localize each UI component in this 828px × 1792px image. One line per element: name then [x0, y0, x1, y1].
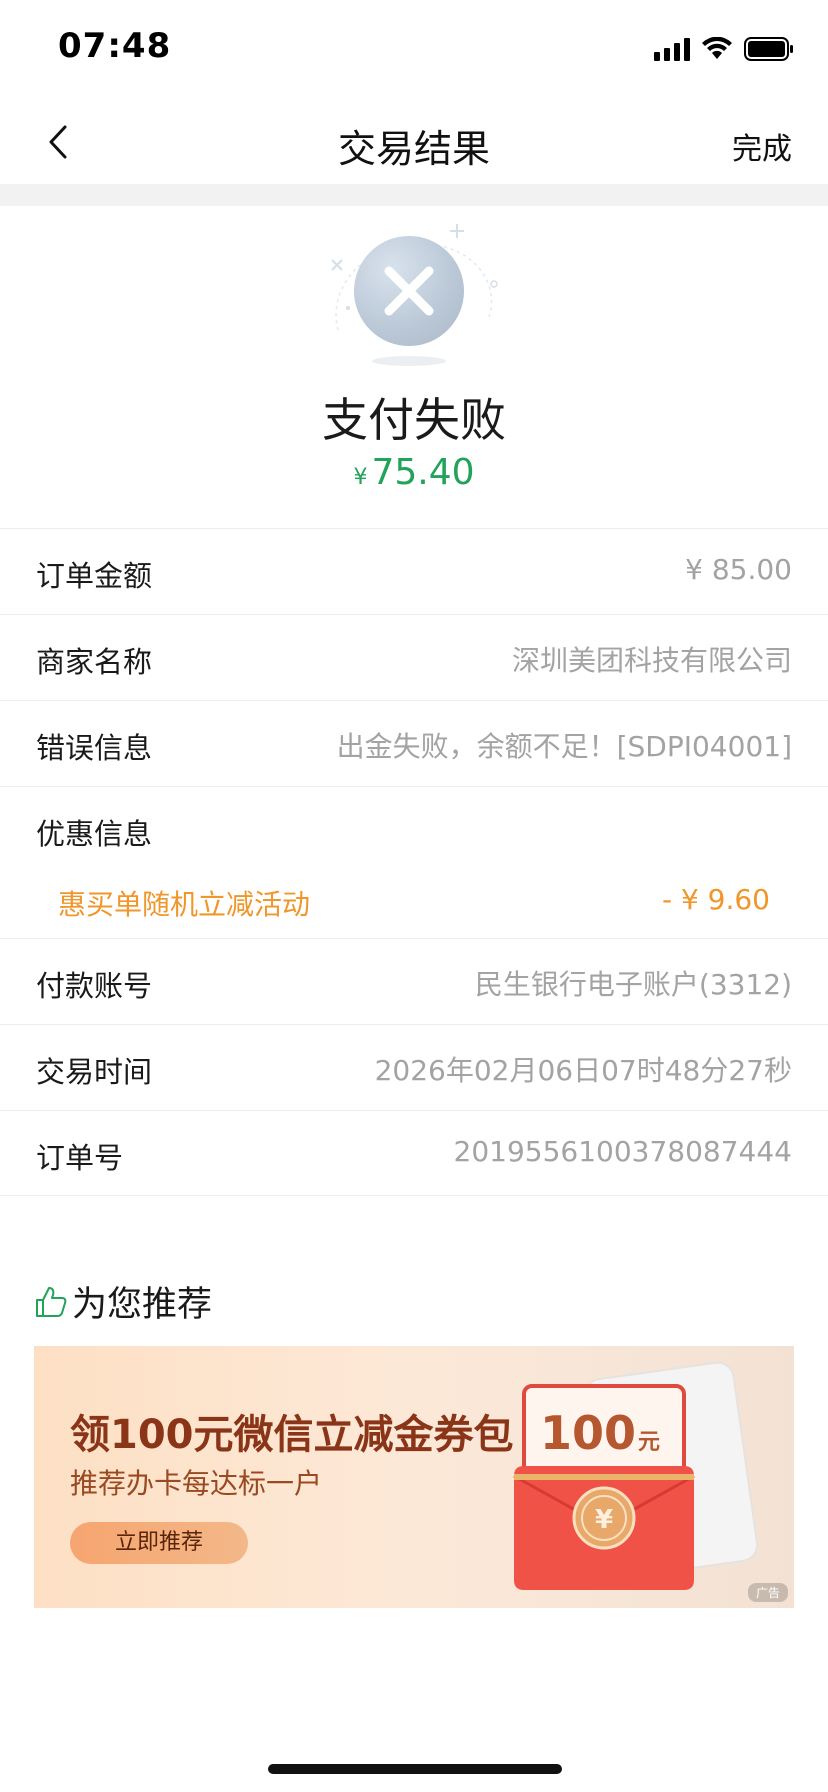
coupon-amount: 100元	[540, 1406, 660, 1460]
red-envelope-icon: ¥	[513, 1361, 759, 1590]
row-value: 深圳美团科技有限公司	[511, 644, 792, 677]
icon-shadow	[372, 356, 446, 366]
row-value: ¥ 85.00	[685, 553, 792, 586]
transaction-details: 订单金额 ¥ 85.00 商家名称 深圳美团科技有限公司 错误信息 出金失败，余…	[0, 528, 828, 1196]
row-label: 订单金额	[36, 559, 153, 593]
wifi-icon	[702, 37, 732, 61]
row-label: 交易时间	[36, 1055, 153, 1089]
red-envelope-illustration: ¥ 100元	[504, 1356, 764, 1600]
result-status-title: 支付失败	[322, 393, 506, 447]
coupon-unit: 元	[638, 1430, 661, 1455]
order-number-row: 订单号 2019556100378087444	[0, 1110, 828, 1196]
page-title: 交易结果	[337, 127, 490, 171]
promo-banner[interactable]: 领100元微信立减金券包 推荐办卡每达标一户 立即推荐 ¥ 100元 广告	[34, 1346, 794, 1608]
row-value: 出金失败，余额不足！[SDPI04001]	[336, 730, 792, 763]
cellular-signal-icon	[654, 37, 690, 61]
discount-amount: - ¥ 9.60	[661, 883, 770, 916]
status-icons	[654, 34, 794, 64]
discount-info-row: 优惠信息 惠买单随机立减活动 - ¥ 9.60	[0, 786, 828, 938]
error-info-row: 错误信息 出金失败，余额不足！[SDPI04001]	[0, 700, 828, 786]
row-label: 付款账号	[36, 969, 153, 1003]
ad-badge: 广告	[747, 1583, 788, 1602]
recommend-now-button[interactable]: 立即推荐	[70, 1522, 248, 1564]
transaction-time-row: 交易时间 2026年02月06日07时48分27秒	[0, 1024, 828, 1110]
section-divider	[0, 184, 828, 206]
payment-failed-icon	[331, 224, 498, 366]
row-label: 错误信息	[36, 731, 153, 765]
banner-subtitle: 推荐办卡每达标一户	[70, 1467, 323, 1500]
order-amount-row: 订单金额 ¥ 85.00	[0, 528, 828, 614]
home-indicator[interactable]	[268, 1764, 562, 1774]
amount-value: 75.40	[371, 452, 475, 493]
status-bar: 07:48	[0, 0, 828, 100]
battery-icon	[744, 37, 794, 61]
banner-title: 领100元微信立减金券包	[70, 1412, 514, 1458]
row-label: 订单号	[36, 1141, 124, 1175]
row-label: 优惠信息	[36, 817, 153, 851]
payment-account-row: 付款账号 民生银行电子账户(3312)	[0, 938, 828, 1024]
discount-name: 惠买单随机立减活动	[58, 888, 311, 921]
navigation-bar: 交易结果 完成	[0, 100, 828, 184]
done-button[interactable]: 完成	[732, 124, 792, 168]
row-label: 商家名称	[36, 645, 153, 679]
currency-symbol: ¥	[353, 465, 368, 490]
merchant-row: 商家名称 深圳美团科技有限公司	[0, 614, 828, 700]
row-value: 2026年02月06日07时48分27秒	[374, 1054, 792, 1087]
row-value: 2019556100378087444	[453, 1135, 792, 1168]
status-time: 07:48	[58, 26, 172, 66]
payment-result-page: 07:48 交易结果 完成 支付失败 ¥ 75.40 订单金额 ¥ 85.00 …	[0, 0, 828, 1792]
thumbs-up-icon	[36, 1286, 67, 1317]
recommend-section-title: 为您推荐	[34, 1276, 212, 1327]
row-value: 民生银行电子账户(3312)	[474, 968, 792, 1001]
coupon-value: 100	[540, 1406, 637, 1460]
close-icon	[384, 266, 434, 316]
recommend-title: 为您推荐	[72, 1285, 213, 1325]
payment-amount: ¥75.40	[0, 452, 828, 493]
svg-text:¥: ¥	[595, 1505, 613, 1535]
